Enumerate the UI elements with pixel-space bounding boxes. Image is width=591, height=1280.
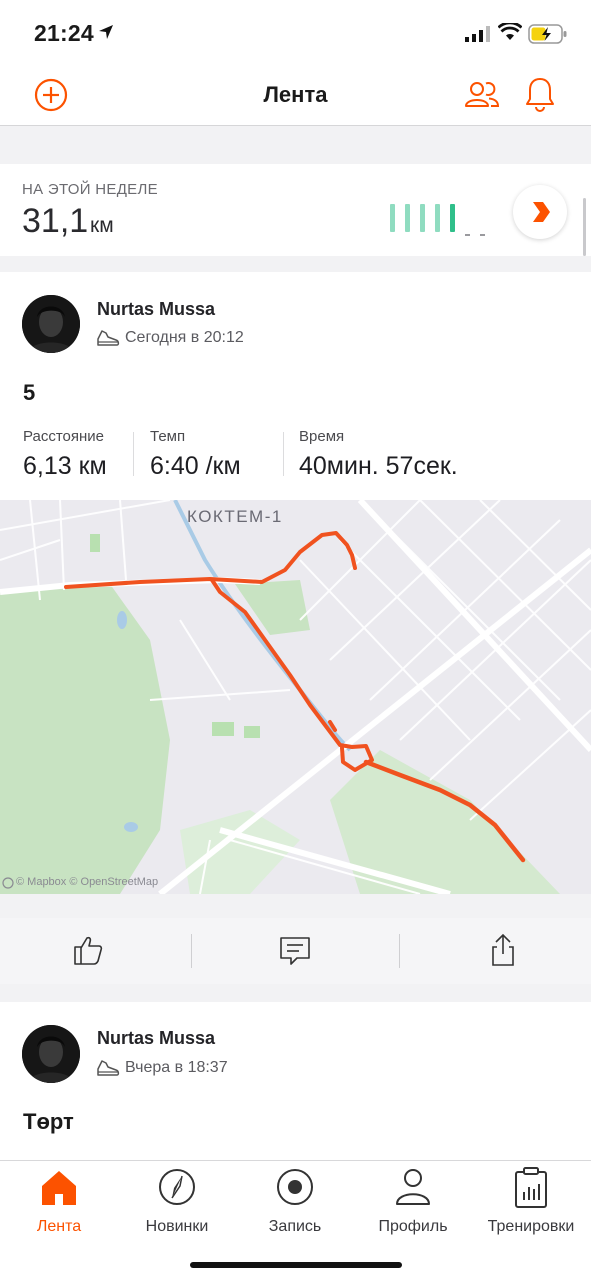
weekly-summary-card[interactable]: НА ЭТОЙ НЕДЕЛЕ 31,1 км [0,164,591,256]
compass-icon [159,1169,195,1205]
weekly-summary-open-button[interactable] [513,185,567,239]
notifications-bell-icon[interactable] [524,76,556,112]
tab-label: Тренировки [487,1218,575,1235]
tab-label: Запись [268,1218,322,1235]
activity-title[interactable]: 5 [23,380,35,406]
chevron-right-icon [533,202,550,222]
avatar[interactable] [22,1025,80,1083]
training-log-icon [515,1167,547,1208]
activity-route-map[interactable] [0,500,591,894]
status-time: 21:24 [34,20,94,46]
tab-feed[interactable]: Лента [0,1167,118,1237]
tab-training[interactable]: Тренировки [472,1167,590,1237]
tab-label: Лента [36,1218,82,1235]
day-bar [390,204,395,232]
day-bar [420,204,425,232]
activity-timestamp: Вчера в 18:37 [125,1059,228,1076]
run-shoe-icon [97,330,120,346]
stat-distance-label: Расстояние [23,428,105,445]
stat-distance-value: 6,13 км [23,452,107,480]
stat-divider [133,432,134,476]
stat-time-value: 40мин. 57сек. [299,452,458,480]
athlete-name[interactable]: Nurtas Mussa [97,299,215,320]
activity-card[interactable] [0,1002,591,1162]
location-arrow-icon [99,25,113,39]
tab-profile[interactable]: Профиль [354,1167,472,1237]
home-icon [42,1171,76,1205]
day-bar [405,204,410,232]
action-divider [191,934,192,968]
stat-time-label: Время [299,428,345,445]
tab-label: Новинки [145,1218,209,1235]
battery-icon [528,24,567,44]
tab-record[interactable]: Запись [236,1167,354,1237]
kudos-thumbs-up-icon[interactable] [70,932,106,968]
tab-explore[interactable]: Новинки [118,1167,236,1237]
route-map-graphic [0,500,591,894]
weekly-distance-value: 31,1 [22,202,89,240]
activity-title[interactable]: Төрт [23,1109,74,1135]
map-area-label: КОКТЕМ-1 [187,507,283,526]
day-bar-empty [480,234,485,236]
stat-pace-label: Темп [150,428,186,445]
find-friends-icon[interactable] [464,78,500,112]
activity-actions-bar [0,918,591,984]
activity-timestamp: Сегодня в 20:12 [125,329,244,346]
action-divider [399,934,400,968]
athlete-name[interactable]: Nurtas Mussa [97,1028,215,1049]
avatar[interactable] [22,295,80,353]
day-bar-empty [465,234,470,236]
run-shoe-icon [97,1060,120,1076]
weekly-distance-unit: км [90,214,114,237]
status-bar: 21:24 [0,0,591,62]
record-icon [277,1169,313,1205]
avatar-photo-icon [22,295,80,353]
home-indicator [190,1262,402,1268]
page-title: Лента [263,82,328,107]
day-bar [435,204,440,232]
share-icon[interactable] [485,932,521,968]
avatar-photo-icon [22,1025,80,1083]
tab-label: Профиль [378,1218,448,1235]
wifi-icon [498,23,522,40]
profile-icon [396,1169,430,1205]
stat-pace-value: 6:40 /км [150,452,241,480]
day-bar-current [450,204,455,232]
weekly-summary-label: НА ЭТОЙ НЕДЕЛЕ [22,181,158,198]
scroll-indicator [583,198,586,256]
cellular-signal-icon [465,26,490,42]
top-navigation-bar: Лента [0,62,591,126]
map-attribution: © Mapbox © OpenStreetMap [16,876,159,888]
weekly-activity-bars [388,204,498,238]
stat-divider [283,432,284,476]
comment-icon[interactable] [277,932,313,968]
